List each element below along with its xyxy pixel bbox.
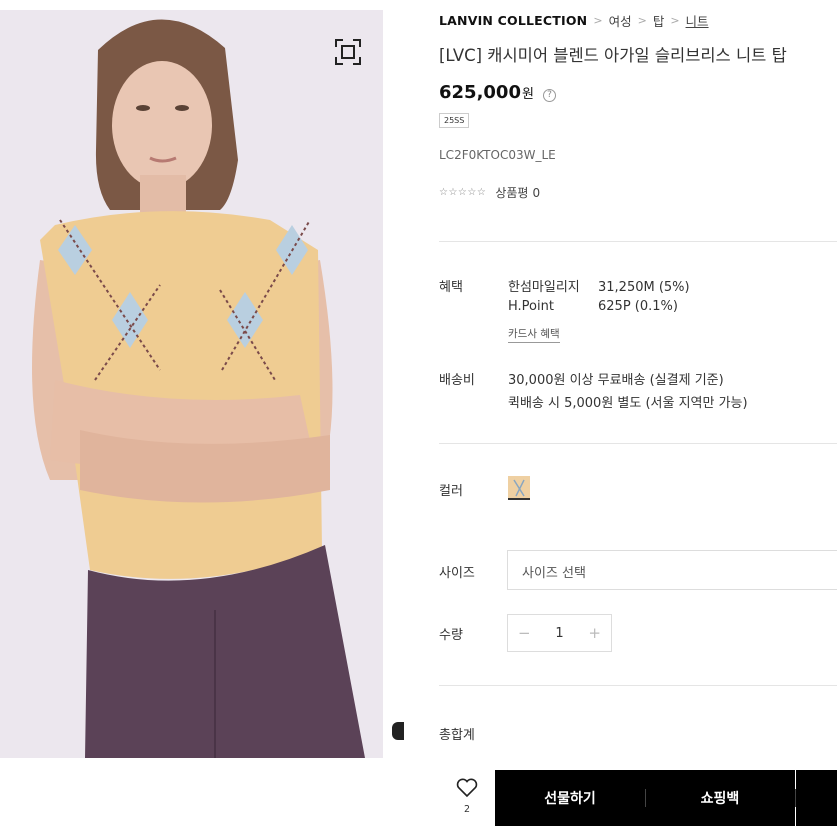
divider <box>439 241 837 242</box>
shipping-quick-info: 퀵배송 시 5,000원 별도 (서울 지역만 가능) <box>508 396 748 411</box>
wishlist-count: 2 <box>463 804 471 815</box>
review-label: 상품평 <box>495 186 529 200</box>
divider <box>439 685 837 686</box>
quantity-stepper: − 1 + <box>507 614 612 652</box>
quantity-increase-button[interactable]: + <box>588 624 601 642</box>
star-rating-icon: ☆☆☆☆☆ <box>439 187 487 198</box>
breadcrumb-item-women[interactable]: 여성 <box>609 11 632 30</box>
breadcrumb: LANVIN COLLECTION > 여성 > 탑 > 니트 <box>439 11 709 30</box>
buy-button-partial[interactable] <box>796 770 837 826</box>
divider <box>439 443 837 444</box>
benefit-name: 한섬마일리지 <box>508 280 580 295</box>
total-amount-partial <box>392 722 404 740</box>
breadcrumb-item-knit[interactable]: 니트 <box>686 11 709 30</box>
price-value: 625,000 <box>439 82 521 103</box>
card-benefit-link[interactable]: 카드사 혜택 <box>508 326 560 343</box>
product-title: [LVC] 캐시미어 블렌드 아가일 슬리브리스 니트 탑 <box>439 46 787 65</box>
total-label: 총합계 <box>439 728 475 743</box>
quantity-decrease-button[interactable]: − <box>518 624 531 642</box>
benefits-label: 혜택 <box>439 280 463 295</box>
info-icon[interactable]: ? <box>542 88 556 102</box>
benefit-row-hpoint: H.Point 625P (0.1%) <box>508 299 678 314</box>
chevron-right-icon: > <box>593 14 603 27</box>
heart-icon <box>456 778 478 798</box>
rating-summary[interactable]: ☆☆☆☆☆ 상품평 0 <box>439 184 540 201</box>
button-divider <box>795 789 796 807</box>
shopping-bag-button[interactable]: 쇼핑백 <box>645 770 795 826</box>
product-price: 625,000 원 ? <box>439 82 556 103</box>
color-label: 컬러 <box>439 484 463 499</box>
chevron-right-icon: > <box>670 14 680 27</box>
benefit-value: 625P (0.1%) <box>598 299 678 314</box>
benefit-row-mileage: 한섬마일리지 31,250M (5%) <box>508 276 690 295</box>
wishlist-button[interactable]: 2 <box>446 778 488 818</box>
quantity-value[interactable]: 1 <box>555 626 563 641</box>
season-badge: 25SS <box>439 113 470 128</box>
breadcrumb-brand[interactable]: LANVIN COLLECTION <box>439 13 587 28</box>
gift-button[interactable]: 선물하기 <box>495 770 645 826</box>
review-count: 0 <box>532 185 541 200</box>
shipping-label: 배송비 <box>439 373 475 388</box>
breadcrumb-item-top[interactable]: 탑 <box>653 11 665 30</box>
chevron-right-icon: > <box>637 14 647 27</box>
quantity-label: 수량 <box>439 628 463 643</box>
size-select[interactable]: 사이즈 선택 <box>507 550 837 590</box>
benefit-value: 31,250M (5%) <box>598 280 690 295</box>
price-currency: 원 <box>521 87 534 102</box>
product-info-panel: LANVIN COLLECTION > 여성 > 탑 > 니트 [LVC] 캐시… <box>439 0 837 837</box>
color-swatch[interactable] <box>508 476 530 500</box>
shipping-free-info: 30,000원 이상 무료배송 (실결제 기준) <box>508 373 724 388</box>
size-label: 사이즈 <box>439 566 475 581</box>
expand-icon[interactable] <box>334 38 362 66</box>
argyle-pattern-icon <box>513 479 525 497</box>
product-code: LC2F0KTOC03W_LE <box>439 148 556 162</box>
model-photo <box>0 10 383 758</box>
product-image[interactable] <box>0 10 383 758</box>
benefit-name: H.Point <box>508 299 554 314</box>
button-divider <box>645 789 646 807</box>
